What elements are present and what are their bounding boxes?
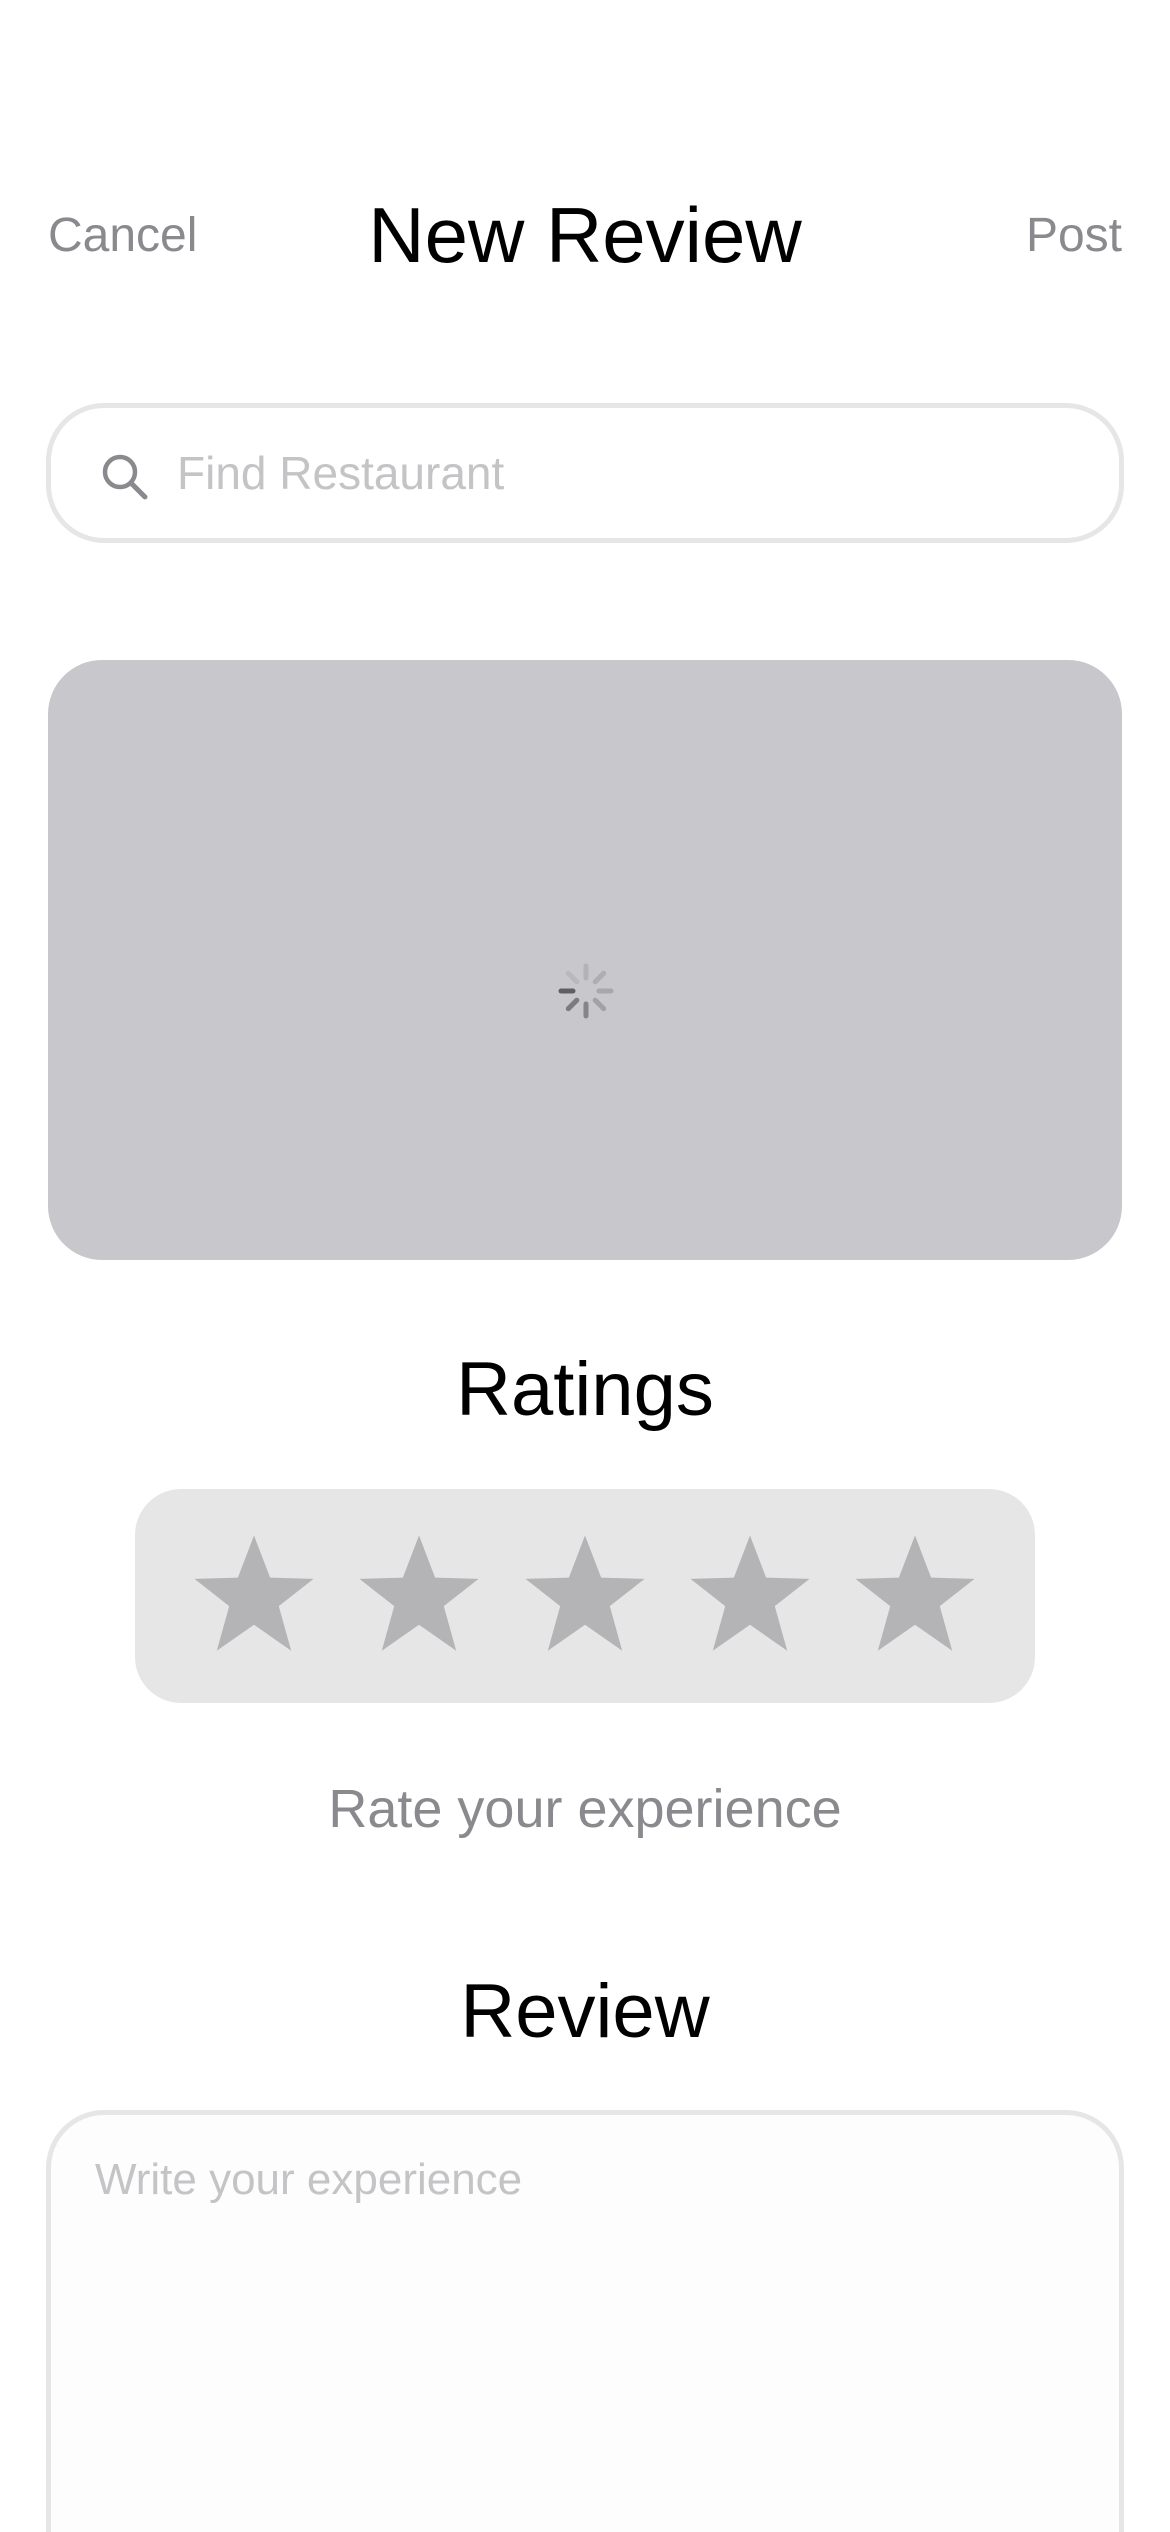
search-input[interactable] <box>177 408 1077 538</box>
star-icon[interactable] <box>357 1533 481 1657</box>
review-title: Review <box>460 1969 710 2054</box>
star-icon[interactable] <box>523 1533 647 1657</box>
cancel-button[interactable]: Cancel <box>48 208 197 263</box>
nav-header: Cancel New Review Post <box>0 190 1170 290</box>
review-field[interactable] <box>46 2110 1124 2532</box>
star-icon[interactable] <box>192 1533 316 1657</box>
star-rating <box>135 1489 1035 1703</box>
star-icon[interactable] <box>688 1533 812 1657</box>
search-icon <box>102 454 148 500</box>
review-textarea[interactable] <box>95 2155 1075 2532</box>
rating-hint: Rate your experience <box>328 1779 842 1839</box>
image-placeholder[interactable] <box>48 660 1122 1260</box>
spinner-icon <box>558 963 614 1019</box>
star-icon[interactable] <box>853 1533 977 1657</box>
search-field[interactable] <box>46 403 1124 543</box>
post-button[interactable]: Post <box>1026 208 1122 263</box>
ratings-title: Ratings <box>456 1347 714 1432</box>
new-review-screen: Cancel New Review Post Ratings <box>0 0 1170 2532</box>
